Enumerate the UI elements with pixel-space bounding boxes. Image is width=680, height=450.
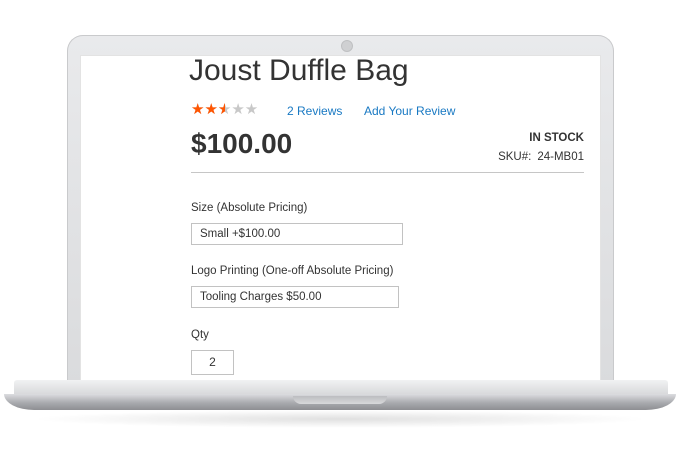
sku-label: SKU#: — [498, 151, 532, 163]
size-option-label: Size (Absolute Pricing) — [191, 202, 308, 214]
size-select[interactable]: Small +$100.00 — [191, 223, 403, 245]
laptop-screen: Joust Duffle Bag ★★★★★ ★★★★★ 2 Reviews A… — [81, 56, 600, 380]
product-sku: SKU#: 24-MB01 — [498, 151, 584, 163]
rating-summary: ★★★★★ ★★★★★ — [191, 102, 258, 118]
rating-stars-icon: ★★★★★ ★★★★★ — [191, 102, 258, 118]
divider — [191, 172, 584, 173]
add-review-link[interactable]: Add Your Review — [364, 104, 455, 118]
logo-printing-select[interactable]: Tooling Charges $50.00 — [191, 286, 399, 308]
qty-input[interactable]: 2 — [191, 350, 234, 375]
sku-value: 24-MB01 — [537, 151, 584, 163]
webcam-icon — [341, 40, 353, 52]
product-price: $100.00 — [191, 128, 293, 159]
qty-label: Qty — [191, 329, 209, 341]
laptop-notch — [293, 396, 387, 404]
stars-filled: ★★★★★ — [191, 102, 225, 118]
laptop-shadow — [30, 410, 650, 428]
reviews-link[interactable]: 2 Reviews — [287, 104, 342, 118]
stock-status: In stock — [529, 132, 584, 144]
logo-option-label: Logo Printing (One-off Absolute Pricing) — [191, 265, 394, 277]
product-title: Joust Duffle Bag — [189, 56, 409, 87]
